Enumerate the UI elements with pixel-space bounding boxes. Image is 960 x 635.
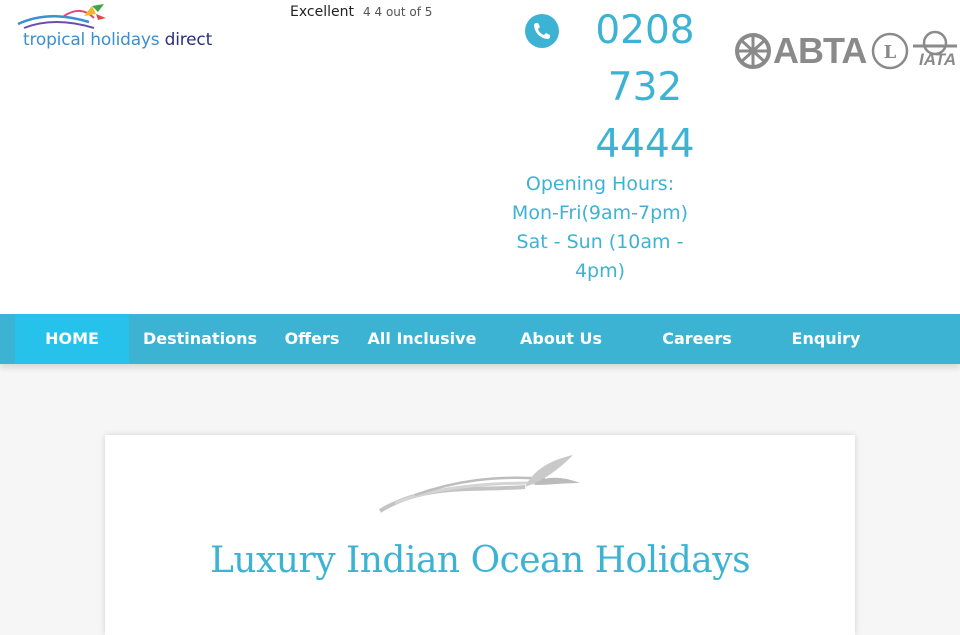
hero-title: Luxury Indian Ocean Holidays	[209, 540, 751, 581]
nav-all-inclusive[interactable]: All Inclusive	[358, 314, 486, 364]
nav-enquiry[interactable]: Enquiry	[776, 314, 876, 364]
nav-home[interactable]: HOME	[15, 314, 129, 364]
abta-logo: ABTA	[773, 30, 867, 71]
opening-hours: Opening Hours: Mon-Fri(9am-7pm) Sat - Su…	[500, 170, 700, 286]
logo-text-part1: tropical holidays	[23, 30, 165, 50]
hero-card: Luxury Indian Ocean Holidays	[105, 435, 855, 635]
site-header: tropical holidays direct Excellent 4 4 o…	[0, 0, 960, 314]
hours-weekday: Mon-Fri(9am-7pm)	[511, 202, 689, 224]
accreditation-badges: L ABTA IATA	[735, 30, 960, 74]
nav-about-us[interactable]: About Us	[505, 314, 617, 364]
main-navigation: HOME Destinations Offers All Inclusive A…	[0, 314, 960, 364]
contact-block: 0208 732 4444 Opening Hours: Mon-Fri(9am…	[500, 2, 700, 286]
phone-row[interactable]: 0208 732 4444	[500, 2, 700, 173]
nav-careers[interactable]: Careers	[645, 314, 749, 364]
trustpilot-rating[interactable]: Excellent 4 4 out of 5	[290, 1, 432, 20]
nav-destinations[interactable]: Destinations	[135, 314, 265, 364]
rating-score: 4 4 out of 5	[363, 5, 433, 19]
logo-text-part2: direct	[164, 30, 213, 50]
logo-text: tropical holidays direct	[23, 30, 212, 50]
nav-offers[interactable]: Offers	[277, 314, 347, 364]
hours-weekend: Sat - Sun (10am - 4pm)	[516, 231, 684, 282]
svg-text:L: L	[884, 42, 897, 63]
phone-icon	[525, 14, 559, 48]
rating-label: Excellent	[290, 4, 354, 20]
iata-logo: IATA	[919, 50, 957, 69]
site-logo[interactable]: tropical holidays direct	[14, 2, 234, 52]
hours-title: Opening Hours:	[525, 173, 675, 195]
bird-emblem-icon	[378, 455, 580, 513]
